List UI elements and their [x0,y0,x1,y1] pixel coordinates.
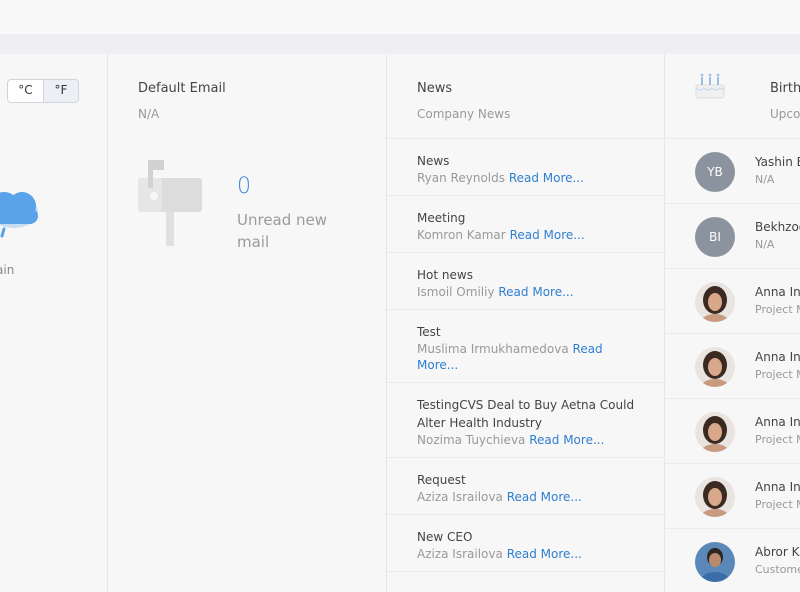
news-item: Test Muslima Irmukhamedova Read More... [387,310,665,383]
avatar-photo [695,282,735,322]
temperature-unit-toggle: °C °F [7,79,79,103]
birthdays-widget: Birthdays Upcoming YB Yashin B N/A BI Be… [665,54,800,592]
header-band [0,34,800,54]
news-widget-title: News [417,81,453,96]
news-title: Test [417,325,441,339]
celsius-button[interactable]: °C [8,80,43,102]
news-author: Komron Kamar [417,228,506,242]
person-name: Anna In [755,350,800,364]
birthday-row[interactable]: Anna In Project M [665,334,800,399]
unread-count: 0 [237,174,251,199]
birthday-row[interactable]: Anna In Project M [665,464,800,529]
news-title: News [417,154,450,168]
birthdays-subtitle: Upcoming [770,107,800,121]
person-role: N/A [755,173,775,186]
avatar: YB [695,152,735,192]
person-name: Bekhzod I [755,220,800,234]
read-more-link[interactable]: Read More... [507,547,582,561]
weather-widget: °C °F ain [0,54,108,592]
news-author: Muslima Irmukhamedova [417,342,569,356]
fahrenheit-button[interactable]: °F [43,80,78,102]
top-bar [0,0,800,34]
birthday-row[interactable]: Anna In Project M [665,269,800,334]
news-widget-subtitle: Company News [417,107,511,121]
news-author: Aziza Israilova [417,490,503,504]
person-role: Project M [755,498,800,511]
person-name: Abror K [755,545,800,559]
news-item: Request Aziza Israilova Read More... [387,458,665,515]
mailbox-icon [138,160,202,246]
avatar-photo [695,412,735,452]
person-role: Project M [755,303,800,316]
person-name: Yashin B [755,155,800,169]
news-list: News Ryan Reynolds Read More... Meeting … [387,138,665,572]
news-author: Ismoil Omiliy [417,285,495,299]
birthday-row[interactable]: BI Bekhzod I N/A [665,204,800,269]
news-title: New CEO [417,530,473,544]
news-author: Ryan Reynolds [417,171,505,185]
birthdays-title: Birthdays [770,81,800,96]
read-more-link[interactable]: Read More... [498,285,573,299]
news-item: Meeting Komron Kamar Read More... [387,196,665,253]
person-role: Project M [755,433,800,446]
weather-condition: ain [0,263,15,277]
news-item: Hot news Ismoil Omiliy Read More... [387,253,665,310]
read-more-link[interactable]: Read More... [509,171,584,185]
email-widget-subtitle: N/A [138,107,160,121]
avatar-photo [695,347,735,387]
news-item: TestingCVS Deal to Buy Aetna Could Alter… [387,383,665,458]
person-role: N/A [755,238,775,251]
email-widget-title: Default Email [138,81,226,96]
person-name: Anna In [755,480,800,494]
birthday-list: YB Yashin B N/A BI Bekhzod I N/A Anna In… [665,138,800,592]
birthday-row[interactable]: Abror K Customer [665,529,800,592]
news-item: News Ryan Reynolds Read More... [387,139,665,196]
birthday-row[interactable]: Anna In Project M [665,399,800,464]
email-widget: Default Email N/A 0 Unread new mail [108,54,387,592]
news-widget: News Company News News Ryan Reynolds Rea… [387,54,665,592]
birthday-cake-icon [695,73,725,99]
unread-label: Unread new mail [237,211,328,251]
read-more-link[interactable]: Read More... [529,433,604,447]
news-title: Meeting [417,211,466,225]
birthday-row[interactable]: YB Yashin B N/A [665,139,800,204]
read-more-link[interactable]: Read More... [510,228,585,242]
avatar: BI [695,217,735,257]
news-title: Hot news [417,268,473,282]
news-item: New CEO Aziza Israilova Read More... [387,515,665,572]
news-author: Nozima Tuychieva [417,433,526,447]
person-name: Anna In [755,285,800,299]
read-more-link[interactable]: Read More... [507,490,582,504]
person-role: Customer [755,563,800,576]
news-author: Aziza Israilova [417,547,503,561]
avatar-photo [695,477,735,517]
person-role: Project M [755,368,800,381]
avatar-photo [695,542,735,582]
news-title: TestingCVS Deal to Buy Aetna Could Alter… [417,398,635,430]
news-title: Request [417,473,466,487]
rain-cloud-icon [0,192,38,238]
person-name: Anna In [755,415,800,429]
